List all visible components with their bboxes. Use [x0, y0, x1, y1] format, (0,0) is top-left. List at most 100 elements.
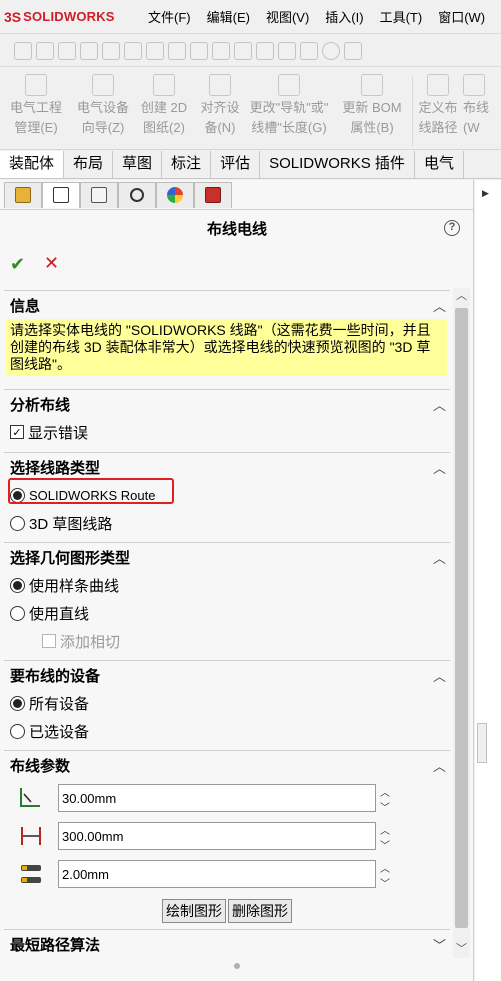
toolbar-tool-icon[interactable] [80, 41, 98, 60]
delete-shape-button[interactable]: 删除图形 [228, 899, 292, 923]
dimxpert-tab[interactable] [118, 181, 156, 208]
toolbar-tool-icon[interactable] [168, 41, 186, 60]
toolbar-tool-icon[interactable] [256, 41, 274, 60]
ok-button[interactable]: ✔ [10, 254, 25, 275]
group-devices-header[interactable]: 要布线的设备 ︿ [4, 661, 450, 689]
cmd-route-wires[interactable]: 布线 (W [463, 74, 501, 138]
radio-selected-icon[interactable] [10, 577, 25, 593]
tab-addins[interactable]: SOLIDWORKS 插件 [260, 151, 415, 178]
help-icon[interactable]: ? [444, 220, 460, 236]
param-3-spinner[interactable]: ︿ ﹀ [378, 860, 392, 890]
panel-scrollbar[interactable]: ︿ ﹀ [453, 288, 470, 958]
toolbar-tool-icon[interactable] [146, 41, 164, 60]
chevron-up-icon[interactable]: ︿ [433, 756, 446, 775]
radio-selected-devices[interactable]: 已选设备 [4, 717, 450, 745]
spin-down-icon[interactable]: ﹀ [380, 875, 390, 890]
param-1-input[interactable] [58, 784, 376, 812]
chevron-up-icon[interactable]: ︿ [433, 395, 446, 414]
checkbox-disabled-icon[interactable] [42, 634, 56, 648]
cmd-define-route-path[interactable]: 定义布 线路径 [413, 74, 463, 138]
menu-window[interactable]: 窗口(W) [430, 7, 493, 26]
group-info-header[interactable]: 信息 ︿ [4, 291, 450, 319]
param-2-spinner[interactable]: ︿ ﹀ [378, 822, 392, 852]
menu-edit[interactable]: 编辑(E) [199, 7, 258, 26]
radio-solidworks-route[interactable]: SOLIDWORKS Route [4, 478, 450, 509]
scroll-thumb[interactable] [455, 308, 468, 928]
toolbar-tool-icon[interactable] [14, 41, 32, 60]
group-route-type-header[interactable]: 选择线路类型 ︿ [4, 453, 450, 481]
toolbar-tool-icon[interactable] [124, 41, 142, 60]
radio-use-line[interactable]: 使用直线 [4, 599, 450, 627]
cmd-update-bom[interactable]: 更新 BOM 属性(B) [332, 74, 412, 138]
cmd-create-2d-drawing[interactable]: 创建 2D 图纸(2) [134, 74, 194, 138]
menu-tools[interactable]: 工具(T) [372, 7, 431, 26]
menu-insert[interactable]: 插入(I) [317, 7, 371, 26]
spin-up-icon[interactable]: ︿ [380, 860, 390, 875]
electrical-tab[interactable] [194, 181, 232, 208]
menu-file[interactable]: 文件(F) [140, 7, 199, 26]
cmd-electrical-project[interactable]: 电气工程 管理(E) [0, 74, 72, 138]
group-params-header[interactable]: 布线参数 ︿ [4, 751, 450, 779]
group-algo-header[interactable]: 最短路径算法 ﹀ [4, 930, 450, 958]
spin-down-icon[interactable]: ﹀ [380, 799, 390, 814]
group-title: 布线参数 [10, 757, 71, 775]
tab-layout[interactable]: 布局 [64, 151, 114, 178]
app-logo[interactable]: 3S SOLIDWORKS [0, 9, 140, 25]
toolbar-tool-icon[interactable] [278, 41, 296, 60]
radio-use-spline[interactable]: 使用样条曲线 [4, 571, 450, 599]
toolbar-tool-icon[interactable] [344, 41, 362, 60]
group-analysis-header[interactable]: 分析布线 ︿ [4, 390, 450, 418]
param-2-input[interactable] [58, 822, 376, 850]
cmd-change-rail-length[interactable]: 更改"导轨"或" 线槽"长度(G) [246, 74, 332, 138]
param-3-input[interactable] [58, 860, 376, 888]
tab-assembly[interactable]: 装配体 [0, 151, 65, 178]
scroll-down-icon[interactable]: ﹀ [453, 941, 470, 958]
toolbar-tool-icon[interactable] [212, 41, 230, 60]
toolbar-tool-icon[interactable] [58, 41, 76, 60]
configuration-tab[interactable] [80, 181, 118, 208]
resize-grip-icon[interactable] [234, 963, 240, 969]
toolbar-tool-icon[interactable] [300, 41, 318, 60]
toolbar-tool-icon[interactable] [102, 41, 120, 60]
param-1-spinner[interactable]: ︿ ﹀ [378, 784, 392, 814]
toolbar-tool-icon[interactable] [36, 41, 54, 60]
tab-evaluate[interactable]: 评估 [211, 151, 261, 178]
panel-collapse-handle[interactable] [477, 723, 487, 763]
toolbar-tool-icon[interactable] [234, 41, 252, 60]
checkbox-checked-icon[interactable]: ✓ [10, 425, 24, 439]
chevron-up-icon[interactable]: ︿ [433, 458, 446, 477]
menu-view[interactable]: 视图(V) [258, 7, 317, 26]
spin-down-icon[interactable]: ﹀ [380, 837, 390, 852]
chevron-up-icon[interactable]: ︿ [433, 296, 446, 315]
spin-up-icon[interactable]: ︿ [380, 784, 390, 799]
group-geometry-header[interactable]: 选择几何图形类型 ︿ [4, 543, 450, 571]
scroll-up-icon[interactable]: ︿ [453, 288, 470, 305]
chevron-up-icon[interactable]: ︿ [433, 666, 446, 685]
chevron-down-icon[interactable]: ﹀ [433, 935, 446, 954]
chevron-up-icon[interactable]: ︿ [433, 548, 446, 567]
spin-up-icon[interactable]: ︿ [380, 822, 390, 837]
tab-markup[interactable]: 标注 [162, 151, 212, 178]
cmd-align-device[interactable]: 对齐设 备(N) [194, 74, 246, 138]
radio-unselected-icon[interactable] [10, 723, 25, 739]
toolbar-tool-icon[interactable] [190, 41, 208, 60]
radio-selected-icon[interactable] [10, 695, 25, 711]
cancel-button[interactable]: ✕ [44, 253, 59, 274]
show-errors-checkbox[interactable]: ✓ 显示错误 [4, 418, 450, 446]
draw-shape-button[interactable]: 绘制图形 [162, 899, 226, 923]
feature-tree-tab[interactable] [4, 181, 42, 208]
radio-unselected-icon[interactable] [10, 605, 25, 621]
property-manager-tab[interactable] [42, 181, 80, 208]
radio-3d-sketch-route[interactable]: 3D 草图线路 [4, 509, 450, 537]
expand-arrow-icon[interactable]: ▶ [482, 188, 489, 199]
tab-electrical[interactable]: 电气 [415, 151, 464, 178]
radio-selected-icon[interactable] [10, 487, 25, 503]
cmd-device-wizard[interactable]: 电气设备 向导(Z) [72, 74, 134, 138]
add-tangent-checkbox[interactable]: 添加相切 [4, 627, 450, 655]
radio-unselected-icon[interactable] [10, 515, 25, 531]
toolbar-tool-icon[interactable] [322, 41, 340, 60]
tab-sketch[interactable]: 草图 [113, 151, 163, 178]
radio-all-devices[interactable]: 所有设备 [4, 689, 450, 717]
main-menu: 文件(F) 编辑(E) 视图(V) 插入(I) 工具(T) 窗口(W) [140, 7, 493, 26]
display-manager-tab[interactable] [156, 181, 194, 208]
